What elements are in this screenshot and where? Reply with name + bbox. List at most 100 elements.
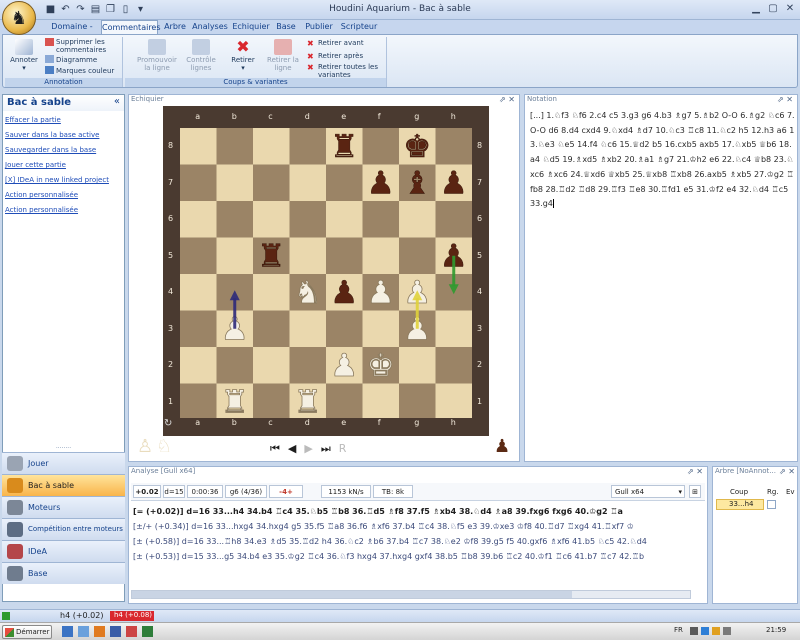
board-square-g5[interactable] (399, 237, 436, 275)
board-square-c8[interactable] (253, 128, 290, 165)
board-square-b6[interactable] (216, 201, 254, 238)
chessboard[interactable]: ♜♚♟♝♟♜♟♟♞♟♟♟♟♟♚♜♜ (178, 126, 474, 418)
board-square-e3[interactable] (326, 310, 363, 348)
tab-commentaires[interactable]: Commentaires (101, 20, 161, 34)
app-menu-button[interactable]: ♞ (2, 1, 36, 35)
board-square-a4[interactable] (180, 274, 217, 311)
horizontal-scrollbar[interactable] (131, 590, 691, 599)
pin-icon[interactable]: ⇗ ✕ (499, 95, 515, 104)
start-button[interactable]: Démarrer (2, 625, 52, 639)
flip-board-icon[interactable]: ↻ (164, 418, 172, 429)
board-square-e7[interactable] (326, 164, 363, 202)
board-square-a5[interactable] (180, 237, 217, 275)
language-indicator[interactable]: FR (674, 626, 683, 634)
board-square-f3[interactable] (362, 310, 400, 348)
word-icon[interactable] (110, 626, 121, 637)
black-piece-h7[interactable]: ♟ (439, 165, 468, 202)
board-square-a1[interactable] (180, 383, 217, 419)
analysis-line[interactable]: [= (+0.02)] d=16 33...h4 34.b4 ♖c4 35.♘b… (133, 507, 698, 516)
promote-line-button[interactable]: Promouvoir la ligne (135, 39, 179, 72)
board-square-h2[interactable] (435, 347, 473, 384)
board-square-c2[interactable] (253, 347, 290, 384)
white-piece-d4[interactable]: ♞ (293, 275, 322, 312)
tab-echiquier[interactable]: Echiquier (231, 20, 271, 34)
board-square-d5[interactable] (289, 237, 327, 275)
board-square-b8[interactable] (216, 128, 254, 165)
board-square-e6[interactable] (326, 201, 363, 238)
board-square-c6[interactable] (253, 201, 290, 238)
board-square-a6[interactable] (180, 201, 217, 238)
maximize-icon[interactable]: ▢ (765, 2, 781, 16)
board-square-f5[interactable] (362, 237, 400, 275)
black-piece-g7[interactable]: ♝ (403, 165, 432, 202)
tray-icon[interactable] (690, 627, 698, 635)
board-square-b2[interactable] (216, 347, 254, 384)
save-active-base-link[interactable]: Sauver dans la base active (5, 131, 99, 139)
board-square-e1[interactable] (326, 383, 363, 419)
board-square-d8[interactable] (289, 128, 327, 165)
tree-row[interactable]: 33...h4 (716, 499, 764, 510)
custom-action-link[interactable]: Action personnalisée (5, 191, 78, 199)
board-square-d3[interactable] (289, 310, 327, 348)
prev-icon[interactable]: ◀ (288, 442, 296, 456)
board-square-d6[interactable] (289, 201, 327, 238)
annotate-button[interactable]: Annoter ▾ (9, 39, 39, 72)
board-square-h6[interactable] (435, 201, 473, 238)
tree-row-checkbox[interactable] (767, 500, 776, 509)
tab-base[interactable]: Base (274, 20, 298, 34)
white-piece-f2[interactable]: ♚ (366, 348, 395, 385)
remove-button[interactable]: ✖ Retirer ▾ (227, 39, 259, 73)
white-piece-e2[interactable]: ♟ (330, 348, 359, 385)
tree-header-eval[interactable]: Ev (786, 488, 795, 496)
tray-icon[interactable] (701, 627, 709, 635)
play-this-game-link[interactable]: Jouer cette partie (5, 161, 66, 169)
scrollbar-thumb[interactable] (132, 591, 572, 598)
delete-comments-button[interactable]: Supprimer les commentaires (45, 38, 128, 54)
app-icon[interactable] (126, 626, 137, 637)
white-piece-f4[interactable]: ♟ (366, 275, 395, 312)
custom-action-link-2[interactable]: Action personnalisée (5, 206, 78, 214)
explorer-icon[interactable] (62, 626, 73, 637)
firefox-icon[interactable] (94, 626, 105, 637)
last-icon[interactable]: ⏭ (321, 442, 331, 456)
save-to-base-link[interactable]: Sauvegarder dans la base (5, 146, 96, 154)
nav-bac-a-sable[interactable]: Bac à sable (2, 474, 125, 496)
close-icon[interactable]: ✕ (782, 2, 798, 16)
board-square-f1[interactable] (362, 383, 400, 419)
board-square-d7[interactable] (289, 164, 327, 202)
nav-splitter[interactable]: ........ (2, 444, 125, 450)
notation-pin-icon[interactable]: ⇗ ✕ (777, 95, 793, 104)
board-square-h1[interactable] (435, 383, 473, 419)
first-icon[interactable]: ⏮ (270, 442, 280, 456)
board-square-d2[interactable] (289, 347, 327, 384)
board-square-a8[interactable] (180, 128, 217, 165)
minimize-icon[interactable]: ▁ (748, 2, 764, 16)
board-square-g6[interactable] (399, 201, 436, 238)
nav-moteurs[interactable]: Moteurs (2, 496, 125, 518)
board-square-b7[interactable] (216, 164, 254, 202)
tray-icon[interactable] (712, 627, 720, 635)
board-square-g1[interactable] (399, 383, 436, 419)
remove-after-button[interactable]: ✖ Retirer après (307, 52, 363, 61)
board-square-c1[interactable] (253, 383, 290, 419)
board-square-b5[interactable] (216, 237, 254, 275)
tree-header-rank[interactable]: Rg. (767, 488, 779, 496)
board-square-c7[interactable] (253, 164, 290, 202)
board-square-h3[interactable] (435, 310, 473, 348)
tab-scripteur[interactable]: Scripteur (339, 20, 379, 34)
aquarium-task-icon[interactable] (142, 626, 153, 637)
black-piece-e4[interactable]: ♟ (330, 275, 359, 311)
collapse-panel-button[interactable]: « (114, 96, 120, 107)
idea-linked-project-link[interactable]: [X] IDeA in new linked project (5, 176, 109, 184)
board-square-a7[interactable] (180, 164, 217, 202)
remove-all-variations-button[interactable]: ✖ Retirer toutes les variantes (307, 63, 384, 79)
board-square-f8[interactable] (362, 128, 400, 165)
tray-icon[interactable] (723, 627, 731, 635)
black-piece-g8[interactable]: ♚ (403, 129, 432, 165)
analysis-pin-icon[interactable]: ⇗ ✕ (687, 467, 703, 476)
tab-arbre[interactable]: Arbre (160, 20, 190, 34)
black-piece-f7[interactable]: ♟ (366, 165, 395, 202)
analysis-line[interactable]: [± (+0.58)] d=16 33...♖h8 34.e3 ♗d5 35.♖… (133, 537, 698, 546)
control-lines-button[interactable]: Contrôle lignes (181, 39, 221, 72)
ie-icon[interactable] (78, 626, 89, 637)
